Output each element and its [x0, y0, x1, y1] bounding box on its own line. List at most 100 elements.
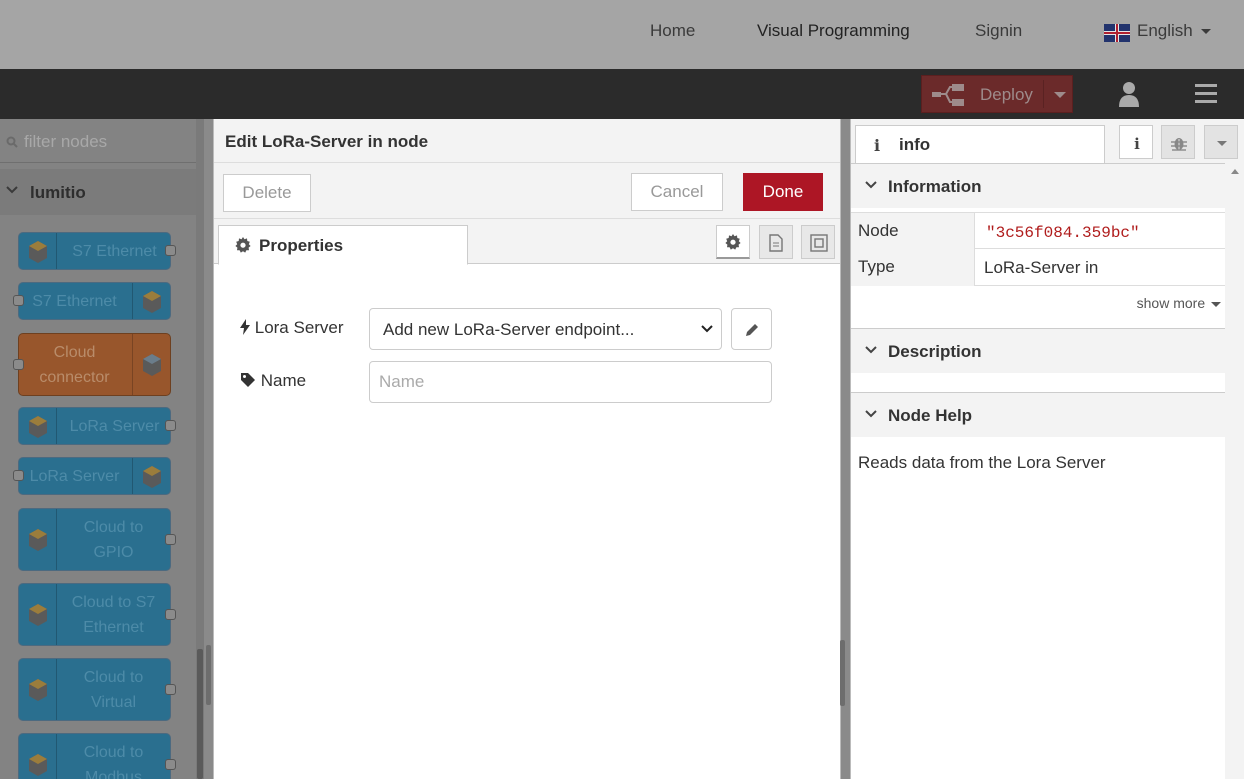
delete-button[interactable]: Delete [223, 174, 311, 212]
node-output-port [165, 245, 176, 256]
sidebar-menu-button[interactable] [1204, 125, 1238, 159]
section-description-title: Description [888, 342, 982, 361]
palette-scrollbar[interactable] [196, 119, 204, 779]
palette-node[interactable]: Cloud to Virtual [18, 658, 176, 721]
bolt-icon [240, 319, 250, 335]
node-settings-button[interactable] [716, 225, 750, 259]
lora-server-select[interactable]: Add new LoRa-Server endpoint... [369, 308, 722, 350]
node-icon [132, 458, 170, 494]
node-input-port [13, 470, 24, 481]
palette-filter-input[interactable]: filter nodes [24, 132, 107, 152]
info-icon: i [874, 136, 881, 155]
sidebar-scrollbar[interactable] [1225, 163, 1244, 779]
node-description-button[interactable] [759, 225, 793, 259]
editor-header: Deploy [0, 69, 1244, 119]
node-output-port [165, 758, 176, 770]
palette-category-lumitio[interactable]: lumitio [0, 169, 204, 215]
deploy-menu-chevron-icon[interactable] [1054, 92, 1066, 98]
palette-node[interactable]: S7 Ethernet [13, 282, 171, 320]
debug-tab-button[interactable] [1161, 125, 1195, 159]
node-icon [132, 283, 170, 319]
palette-node[interactable]: Cloud connector [13, 333, 171, 396]
name-input[interactable] [369, 361, 772, 403]
info-value-node: "3c56f084.359bc" [986, 224, 1140, 242]
cancel-button[interactable]: Cancel [631, 173, 723, 211]
node-palette: filter nodes lumitio S7 Ethernet S7 Ethe… [0, 119, 204, 779]
palette-node[interactable]: S7 Ethernet [18, 232, 176, 270]
hamburger-menu-icon[interactable] [1186, 79, 1226, 109]
deploy-icon [932, 84, 964, 106]
section-node-help[interactable]: Node Help [851, 393, 1225, 437]
nav-home-link[interactable]: Home [650, 21, 695, 41]
nav-signin-link[interactable]: Signin [975, 21, 1022, 41]
tab-properties-label: Properties [259, 236, 344, 255]
edit-lora-server-button[interactable] [731, 308, 772, 350]
name-label-text: Name [260, 371, 307, 390]
chevron-down-icon [865, 181, 877, 189]
language-label: English [1137, 21, 1193, 40]
palette-node-label: Cloud to S7 Ethernet [71, 594, 156, 636]
tray-resize-handle[interactable] [840, 640, 845, 706]
node-icon [19, 734, 57, 779]
section-information[interactable]: Information [851, 164, 1225, 208]
scroll-up-icon[interactable] [1231, 169, 1239, 174]
palette-node-label: LoRa Server [69, 418, 160, 435]
resize-handle[interactable] [206, 645, 211, 705]
info-tab-button[interactable]: i [1119, 125, 1153, 159]
palette-node-label: Cloud to GPIO [83, 519, 144, 561]
palette-node[interactable]: LoRa Server [13, 457, 171, 495]
palette-node[interactable]: Cloud to S7 Ethernet [18, 583, 176, 646]
tray-title: Edit LoRa-Server in node [225, 132, 429, 151]
chevron-down-icon [6, 186, 18, 194]
lora-server-label: Lora Server [240, 318, 344, 338]
lora-server-select-value: Add new LoRa-Server endpoint... [383, 320, 635, 339]
node-output-port [165, 533, 176, 545]
info-row-node: Node "3c56f084.359bc" [851, 212, 1225, 250]
chevron-down-icon [701, 325, 713, 333]
tab-properties[interactable]: Properties [218, 225, 468, 265]
lora-server-label-text: Lora Server [254, 318, 344, 337]
done-button[interactable]: Done [743, 173, 823, 211]
node-icon [19, 659, 57, 720]
tray-header: Edit LoRa-Server in node [214, 119, 840, 163]
info-icon: i [1134, 135, 1140, 152]
deploy-button[interactable]: Deploy [921, 75, 1073, 113]
section-description[interactable]: Description [851, 329, 1225, 373]
palette-filter[interactable]: filter nodes [0, 119, 204, 163]
palette-node-label: Cloud to Modbus [83, 744, 144, 779]
node-input-port [13, 358, 24, 370]
edit-node-tray: Edit LoRa-Server in node Delete Cancel D… [213, 119, 841, 779]
user-icon[interactable] [1110, 79, 1148, 109]
info-row-type: Type LoRa-Server in [851, 249, 1225, 286]
show-more-link[interactable]: show more [1137, 295, 1221, 311]
node-appearance-button[interactable] [801, 225, 835, 259]
palette-node-label: LoRa Server [29, 468, 120, 485]
search-icon [6, 136, 18, 148]
chevron-down-icon [1211, 301, 1221, 307]
tab-info[interactable]: i info [855, 125, 1105, 164]
svg-text:i: i [1134, 135, 1140, 152]
node-output-port [165, 420, 176, 431]
node-icon [19, 509, 57, 570]
palette-node[interactable]: LoRa Server [18, 407, 176, 445]
palette-node[interactable]: Cloud to Modbus [18, 733, 176, 779]
nav-visual-programming-link[interactable]: Visual Programming [757, 21, 910, 41]
node-input-port [13, 295, 24, 306]
palette-node-label: S7 Ethernet [32, 293, 117, 310]
palette-node[interactable]: Cloud to GPIO [18, 508, 176, 571]
language-dropdown[interactable]: English [1137, 21, 1211, 41]
gear-icon [235, 237, 251, 253]
appearance-icon [810, 234, 828, 252]
document-icon [769, 234, 783, 252]
uk-flag-icon[interactable] [1104, 24, 1130, 42]
info-key-type: Type [851, 249, 975, 286]
palette-node-label: S7 Ethernet [72, 243, 157, 260]
chevron-down-icon [865, 410, 877, 418]
info-panel: Information Node "3c56f084.359bc" Type L… [851, 163, 1225, 779]
tag-icon [241, 373, 255, 387]
node-output-port [165, 608, 176, 620]
site-navbar: Home Visual Programming Signin English [0, 0, 1244, 69]
chevron-down-icon [1200, 29, 1211, 35]
gear-icon [725, 234, 741, 250]
sidebar-tabs: i info i [851, 119, 1244, 164]
